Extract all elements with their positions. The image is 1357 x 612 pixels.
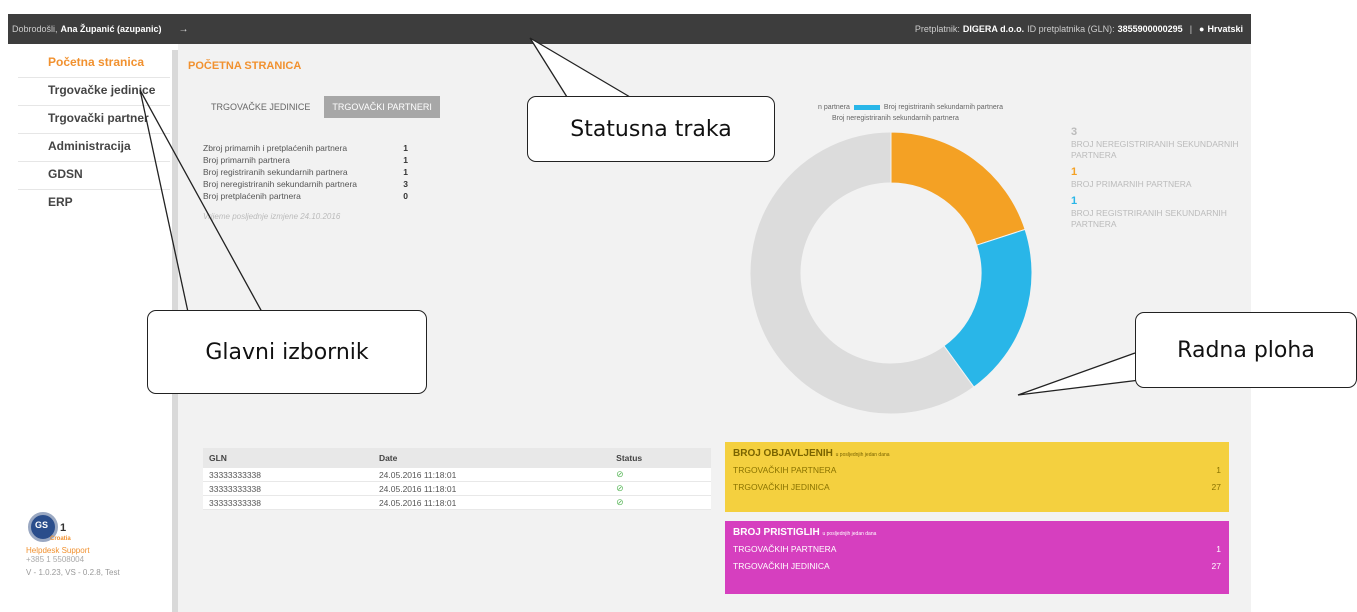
callout-status-bar: Statusna traka — [527, 96, 775, 162]
callout-pointers — [139, 37, 1141, 396]
callout-main-menu: Glavni izbornik — [147, 310, 427, 394]
pointer-work-area — [1017, 352, 1141, 396]
callout-work-area: Radna ploha — [1135, 312, 1357, 388]
pointer-main-menu — [139, 89, 263, 313]
pointer-status-bar — [529, 37, 631, 98]
